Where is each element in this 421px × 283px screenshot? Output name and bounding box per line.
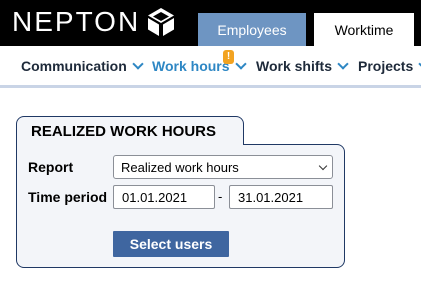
- chevron-down-icon: [234, 58, 247, 70]
- select-users-button[interactable]: Select users: [113, 231, 229, 257]
- select-users-label: Select users: [129, 236, 213, 252]
- nav-item-work-shifts[interactable]: Work shifts: [256, 58, 349, 74]
- top-bar: NEPTON Employees Worktime: [0, 0, 421, 46]
- date-separator: -: [218, 189, 223, 204]
- date-to-value: 31.01.2021: [238, 189, 304, 205]
- chevron-down-icon: [337, 58, 349, 70]
- date-from-value: 01.01.2021: [122, 189, 188, 205]
- report-label: Report: [28, 159, 74, 175]
- tab-worktime[interactable]: Worktime: [314, 13, 414, 46]
- time-period-label: Time period: [28, 189, 108, 205]
- nav-item-communication[interactable]: Communication: [21, 58, 144, 74]
- date-to-field[interactable]: 31.01.2021: [229, 185, 333, 209]
- report-select[interactable]: Realized work hours: [113, 155, 333, 179]
- nav-item-label: Work hours: [152, 58, 230, 74]
- nav-item-label: Work shifts: [256, 58, 332, 74]
- nav-item-label: Communication: [21, 58, 127, 74]
- brand-name: NEPTON: [12, 6, 141, 37]
- chevron-down-icon: [318, 161, 328, 171]
- tab-employees-label: Employees: [217, 21, 287, 38]
- nav-item-label: Projects: [358, 58, 414, 74]
- main-nav: Communication Work hours Work shifts Pro…: [0, 46, 421, 88]
- panel-title: REALIZED WORK HOURS: [31, 122, 216, 140]
- chevron-down-icon: [132, 58, 144, 70]
- report-select-value: Realized work hours: [121, 159, 239, 175]
- panel-title-tab: REALIZED WORK HOURS: [16, 116, 244, 145]
- tab-employees[interactable]: Employees: [198, 13, 306, 46]
- notification-badge: !: [223, 50, 234, 64]
- brand[interactable]: NEPTON: [12, 4, 176, 40]
- nav-item-projects[interactable]: Projects: [358, 58, 421, 74]
- date-from-field[interactable]: 01.01.2021: [113, 185, 215, 209]
- cube-icon: [148, 8, 175, 36]
- tab-worktime-label: Worktime: [334, 21, 394, 38]
